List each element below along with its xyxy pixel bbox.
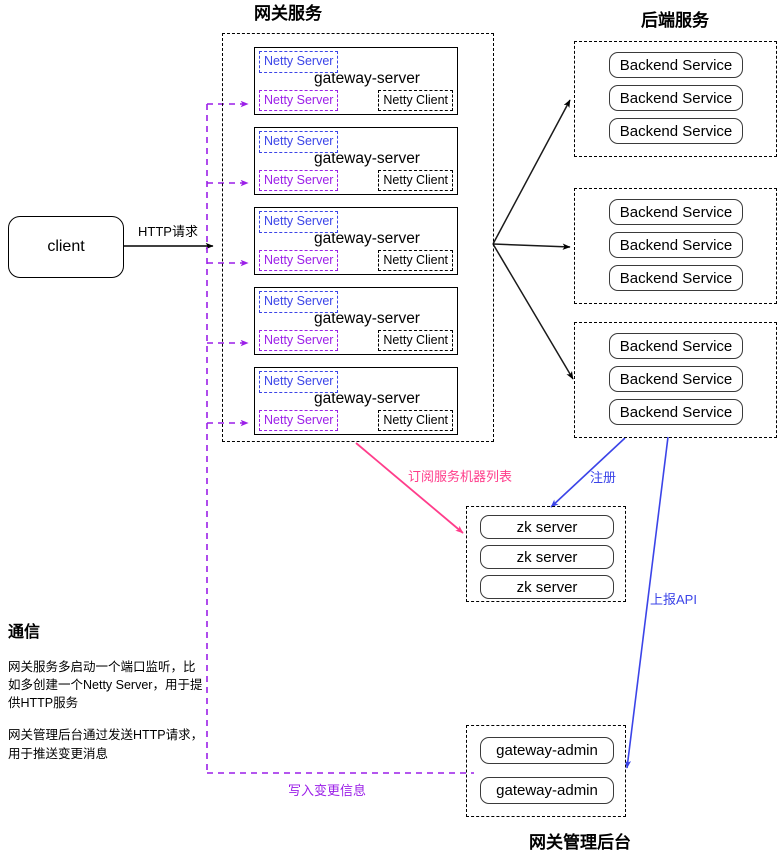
backend-service-node[interactable]: Backend Service: [609, 232, 743, 258]
zk-server-node[interactable]: zk server: [480, 545, 614, 569]
backend-service-node[interactable]: Backend Service: [609, 333, 743, 359]
backend-group: Backend Service Backend Service Backend …: [574, 41, 777, 157]
netty-server-admin-tag: Netty Server: [259, 329, 339, 351]
backend-group: Backend Service Backend Service Backend …: [574, 188, 777, 304]
backend-service-label: Backend Service: [619, 337, 733, 355]
zookeeper-cluster-group: zk server zk server zk server: [466, 506, 626, 602]
gateway-server-card[interactable]: Netty Server gateway-server Netty Server…: [254, 287, 458, 355]
netty-client-tag: Netty Client: [378, 169, 453, 191]
edge-gateway-to-backends: [492, 99, 574, 380]
backend-service-label: Backend Service: [619, 236, 733, 254]
client-node[interactable]: client: [8, 216, 124, 278]
netty-client-tag: Netty Client: [378, 409, 453, 431]
gateway-server-card[interactable]: Netty Server gateway-server Netty Server…: [254, 367, 458, 435]
netty-server-admin-tag: Netty Server: [259, 409, 339, 431]
backend-service-node[interactable]: Backend Service: [609, 366, 743, 392]
edge-label-write-change-info: 写入变更信息: [288, 783, 367, 798]
gateway-admin-node[interactable]: gateway-admin: [480, 737, 614, 764]
backend-service-node[interactable]: Backend Service: [609, 199, 743, 225]
gateway-server-card[interactable]: Netty Server gateway-server Netty Server…: [254, 207, 458, 275]
edge-label-report-api: 上报API: [650, 592, 697, 607]
zk-server-label: zk server: [516, 578, 578, 596]
zk-server-node[interactable]: zk server: [480, 575, 614, 599]
backend-service-label: Backend Service: [619, 370, 733, 388]
netty-client-tag: Netty Client: [378, 89, 453, 111]
gateway-admin-label: gateway-admin: [496, 782, 598, 799]
gateway-server-card[interactable]: Netty Server gateway-server Netty Server…: [254, 127, 458, 195]
backend-service-node[interactable]: Backend Service: [609, 85, 743, 111]
gateway-server-label: gateway-server: [314, 230, 420, 247]
notes-heading: 通信: [8, 624, 41, 641]
zk-server-label: zk server: [516, 548, 578, 566]
netty-client-tag: Netty Client: [378, 329, 453, 351]
edge-label-register: 注册: [590, 470, 617, 485]
backend-service-node[interactable]: Backend Service: [609, 265, 743, 291]
netty-server-admin-tag: Netty Server: [259, 89, 339, 111]
backend-service-label: Backend Service: [619, 122, 733, 140]
gateway-admin-node[interactable]: gateway-admin: [480, 777, 614, 804]
gateway-server-label: gateway-server: [314, 390, 420, 407]
gateway-server-card[interactable]: Netty Server gateway-server Netty Server…: [254, 47, 458, 115]
backend-service-label: Backend Service: [619, 269, 733, 287]
zk-server-label: zk server: [516, 518, 578, 536]
backend-group: Backend Service Backend Service Backend …: [574, 322, 777, 438]
gateway-server-label: gateway-server: [314, 310, 420, 327]
notes-paragraph-1: 网关服务多启动一个端口监听，比如多创建一个Netty Server，用于提供HT…: [8, 660, 203, 711]
backend-service-node[interactable]: Backend Service: [609, 118, 743, 144]
gateway-admin-label: gateway-admin: [496, 742, 598, 759]
notes-paragraph-2: 网关管理后台通过发送HTTP请求，用于推送变更消息: [8, 728, 204, 761]
backend-service-label: Backend Service: [619, 203, 733, 221]
client-label: client: [47, 238, 85, 255]
backend-service-label: Backend Service: [619, 403, 733, 421]
netty-client-tag: Netty Client: [378, 249, 453, 271]
backend-services-title: 后端服务: [641, 11, 709, 30]
backend-service-label: Backend Service: [619, 56, 733, 74]
gateway-server-label: gateway-server: [314, 70, 420, 87]
edge-label-http-request: HTTP请求: [138, 224, 198, 239]
backend-service-node[interactable]: Backend Service: [609, 399, 743, 425]
gateway-server-label: gateway-server: [314, 150, 420, 167]
gateway-admin-cluster-group: gateway-admin gateway-admin: [466, 725, 626, 817]
zk-server-node[interactable]: zk server: [480, 515, 614, 539]
backend-service-label: Backend Service: [619, 89, 733, 107]
gateway-services-title: 网关服务: [254, 4, 322, 23]
communication-notes: 通信 网关服务多启动一个端口监听，比如多创建一个Netty Server，用于提…: [8, 618, 218, 763]
netty-server-admin-tag: Netty Server: [259, 169, 339, 191]
netty-server-admin-tag: Netty Server: [259, 249, 339, 271]
gateway-admin-title: 网关管理后台: [529, 833, 631, 852]
backend-service-node[interactable]: Backend Service: [609, 52, 743, 78]
edge-subscribe-to-zk: [355, 442, 464, 534]
edge-label-subscribe: 订阅服务机器列表: [408, 469, 513, 484]
